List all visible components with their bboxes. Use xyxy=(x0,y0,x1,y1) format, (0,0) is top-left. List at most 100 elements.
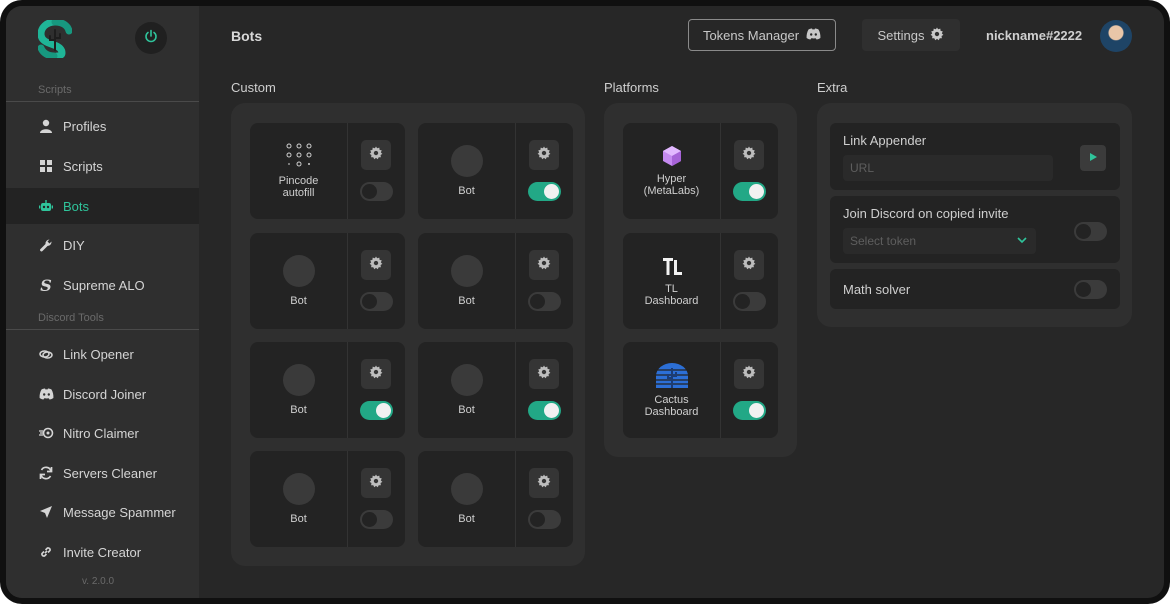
sidebar-item-supreme-alo[interactable]: S Supreme ALO xyxy=(6,267,199,303)
play-icon xyxy=(1088,149,1098,167)
platform-toggle[interactable] xyxy=(733,182,766,201)
bot-card-label: Bot xyxy=(290,404,307,416)
sidebar-item-nitro-claimer[interactable]: Nitro Claimer xyxy=(6,415,199,451)
tokens-manager-button[interactable]: Tokens Manager xyxy=(688,19,836,51)
bot-toggle[interactable] xyxy=(528,292,561,311)
bot-settings-button[interactable] xyxy=(361,250,391,280)
bot-card-info: Bot xyxy=(250,233,347,329)
bot-toggle[interactable] xyxy=(360,292,393,311)
gear-icon xyxy=(537,364,551,384)
bot-card-label: Bot xyxy=(458,404,475,416)
settings-button[interactable]: Settings xyxy=(862,19,960,51)
token-select[interactable]: Select token xyxy=(843,228,1036,254)
sidebar-item-label: Servers Cleaner xyxy=(63,465,157,481)
divider xyxy=(347,342,348,438)
platform-card-sublabel: Dashboard xyxy=(644,406,699,418)
sidebar-item-message-spammer[interactable]: Message Spammer xyxy=(6,494,199,530)
bot-card-info: Bot xyxy=(418,123,515,219)
bot-card-pincode: Pincode autofill xyxy=(250,123,405,219)
grid-icon xyxy=(38,158,54,174)
hyper-cube-icon xyxy=(661,145,683,170)
sidebar-item-diy[interactable]: DIY xyxy=(6,227,199,263)
discord-icon xyxy=(38,386,54,402)
page-title: Bots xyxy=(231,28,263,44)
divider xyxy=(347,451,348,547)
join-discord-title: Join Discord on copied invite xyxy=(843,206,1009,221)
bot-card: Bot xyxy=(418,123,573,219)
platform-settings-button[interactable] xyxy=(734,250,764,280)
platform-card-sublabel: Dashboard xyxy=(644,295,699,307)
gear-icon xyxy=(369,255,383,275)
platform-settings-button[interactable] xyxy=(734,359,764,389)
divider xyxy=(515,233,516,329)
username: nickname#2222 xyxy=(986,28,1083,43)
sidebar-item-invite-creator[interactable]: Invite Creator xyxy=(6,534,199,570)
platform-card-label: Cactus xyxy=(654,394,689,406)
version-label: v. 2.0.0 xyxy=(82,576,115,587)
bot-toggle[interactable] xyxy=(360,510,393,529)
bot-toggle[interactable] xyxy=(528,182,561,201)
join-discord-toggle[interactable] xyxy=(1074,222,1107,241)
chevron-down-icon xyxy=(1016,234,1028,249)
platform-toggle[interactable] xyxy=(733,292,766,311)
sidebar-item-scripts[interactable]: Scripts xyxy=(6,148,199,184)
robot-icon xyxy=(38,198,54,214)
gear-icon xyxy=(742,145,756,165)
bot-card-info: Bot xyxy=(418,233,515,329)
power-button[interactable] xyxy=(135,22,167,54)
tokens-manager-label: Tokens Manager xyxy=(702,27,800,43)
token-select-placeholder: Select token xyxy=(850,234,917,248)
bot-toggle[interactable] xyxy=(360,401,393,420)
bot-settings-button[interactable] xyxy=(361,359,391,389)
platforms-panel: Hyper (MetaLabs) TL Dashboard Cactus Das… xyxy=(604,103,797,457)
platform-settings-button[interactable] xyxy=(734,140,764,170)
bot-card: Bot xyxy=(418,451,573,547)
gear-icon xyxy=(369,473,383,493)
sidebar-item-servers-cleaner[interactable]: Servers Cleaner xyxy=(6,455,199,491)
divider xyxy=(720,233,721,329)
bot-settings-button[interactable] xyxy=(529,250,559,280)
platform-toggle[interactable] xyxy=(733,401,766,420)
bot-settings-button[interactable] xyxy=(529,140,559,170)
bot-settings-button[interactable] xyxy=(361,140,391,170)
bot-avatar xyxy=(282,364,315,396)
power-icon xyxy=(144,29,158,48)
sidebar-item-bots[interactable]: Bots xyxy=(6,188,199,224)
sidebar-item-link-opener[interactable]: Link Opener xyxy=(6,336,199,372)
tl-logo-icon xyxy=(661,255,683,280)
sidebar-item-discord-joiner[interactable]: Discord Joiner xyxy=(6,376,199,412)
avatar[interactable] xyxy=(1100,20,1132,52)
bot-card: Bot xyxy=(418,342,573,438)
bot-avatar xyxy=(282,255,315,287)
bot-toggle[interactable] xyxy=(528,510,561,529)
section-label-scripts: Scripts xyxy=(38,84,72,96)
gear-icon xyxy=(742,364,756,384)
bot-card: Bot xyxy=(418,233,573,329)
url-input[interactable] xyxy=(843,155,1053,181)
gear-icon xyxy=(369,145,383,165)
bot-card-info: Bot xyxy=(250,342,347,438)
cactus-logo-icon xyxy=(653,362,690,391)
user-icon xyxy=(38,118,54,134)
bot-settings-button[interactable] xyxy=(529,468,559,498)
sidebar-item-label: DIY xyxy=(63,237,85,253)
bot-card: Bot xyxy=(250,451,405,547)
nitro-icon xyxy=(38,425,54,441)
play-button[interactable] xyxy=(1080,145,1106,171)
bot-settings-button[interactable] xyxy=(529,359,559,389)
discord-icon xyxy=(806,28,821,43)
bot-toggle[interactable] xyxy=(360,182,393,201)
sidebar-item-label: Bots xyxy=(63,198,90,214)
wrench-icon xyxy=(38,237,54,253)
bot-card-label: Bot xyxy=(458,185,475,197)
bot-toggle[interactable] xyxy=(528,401,561,420)
link-appender-card: Link Appender xyxy=(830,123,1120,190)
section-title-custom: Custom xyxy=(231,80,276,95)
settings-label: Settings xyxy=(877,27,925,43)
sidebar-item-profiles[interactable]: Profiles xyxy=(6,108,199,144)
bot-settings-button[interactable] xyxy=(361,468,391,498)
platform-card-label: Hyper xyxy=(656,173,687,185)
sidebar-item-label: Profiles xyxy=(63,118,107,134)
math-solver-toggle[interactable] xyxy=(1074,280,1107,299)
link-appender-title: Link Appender xyxy=(843,133,927,148)
